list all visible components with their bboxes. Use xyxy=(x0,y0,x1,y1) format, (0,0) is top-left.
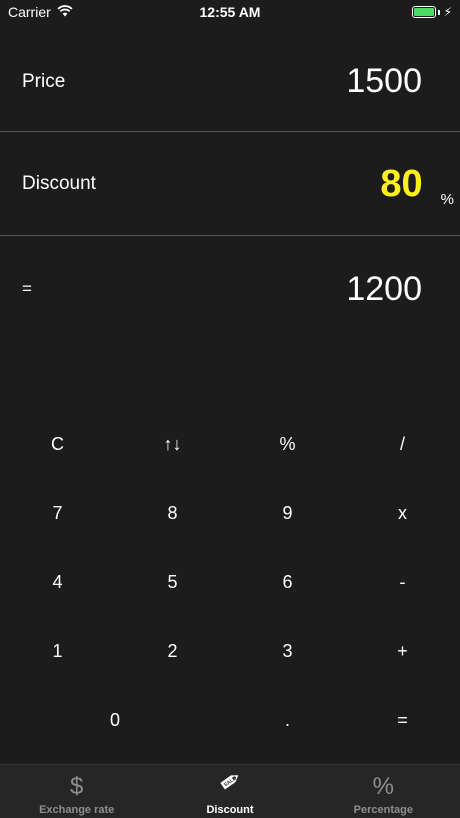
percent-key[interactable]: % xyxy=(230,410,345,479)
digit-6-key[interactable]: 6 xyxy=(230,548,345,617)
carrier-label: Carrier xyxy=(8,4,51,20)
digit-1-key[interactable]: 1 xyxy=(0,617,115,686)
tab-label: Percentage xyxy=(353,804,413,816)
tab-discount[interactable]: SALE Discount xyxy=(153,765,306,818)
digit-3-key[interactable]: 3 xyxy=(230,617,345,686)
discount-unit: % xyxy=(440,190,454,208)
equals-key[interactable]: = xyxy=(345,686,460,755)
dollar-icon: $ xyxy=(69,773,84,800)
tab-exchange-rate[interactable]: $ Exchange rate xyxy=(0,765,153,818)
discount-label: Discount xyxy=(22,173,96,194)
wifi-icon xyxy=(57,4,73,20)
digit-4-key[interactable]: 4 xyxy=(0,548,115,617)
tab-label: Exchange rate xyxy=(39,804,115,816)
equals-label: = xyxy=(22,279,32,298)
add-key[interactable]: + xyxy=(345,617,460,686)
tab-label: Discount xyxy=(206,804,254,816)
digit-0-key[interactable]: 0 xyxy=(0,686,230,755)
clear-key[interactable]: C xyxy=(0,410,115,479)
price-value[interactable]: 1500 xyxy=(346,62,422,101)
digit-2-key[interactable]: 2 xyxy=(115,617,230,686)
keypad: C ↑↓ % / 7 8 9 x 4 5 6 - 1 2 3 + 0 . = xyxy=(0,410,460,755)
sale-tag-icon: SALE xyxy=(217,768,243,800)
percent-icon: % xyxy=(372,773,394,800)
charging-bolt-icon: ⚡ xyxy=(443,5,452,19)
decimal-key[interactable]: . xyxy=(230,686,345,755)
digit-9-key[interactable]: 9 xyxy=(230,479,345,548)
tab-percentage[interactable]: % Percentage xyxy=(307,765,460,818)
divide-key[interactable]: / xyxy=(345,410,460,479)
subtract-key[interactable]: - xyxy=(345,548,460,617)
discount-value[interactable]: 80 xyxy=(380,163,422,206)
multiply-key[interactable]: x xyxy=(345,479,460,548)
status-bar: Carrier 12:55 AM ⚡ xyxy=(0,0,460,24)
status-left: Carrier xyxy=(8,4,73,20)
result-value: 1200 xyxy=(346,269,422,308)
result-row: = 1200 xyxy=(0,237,460,341)
discount-value-wrap: 80 % xyxy=(380,163,454,208)
price-row[interactable]: Price 1500 xyxy=(0,32,460,132)
tab-bar: $ Exchange rate SALE Discount % Percenta… xyxy=(0,764,460,818)
digit-7-key[interactable]: 7 xyxy=(0,479,115,548)
digit-8-key[interactable]: 8 xyxy=(115,479,230,548)
swap-key[interactable]: ↑↓ xyxy=(115,410,230,479)
price-label: Price xyxy=(22,70,66,92)
discount-row[interactable]: Discount 80 % xyxy=(0,133,460,236)
battery-icon: ⚡ xyxy=(411,5,452,19)
digit-5-key[interactable]: 5 xyxy=(115,548,230,617)
